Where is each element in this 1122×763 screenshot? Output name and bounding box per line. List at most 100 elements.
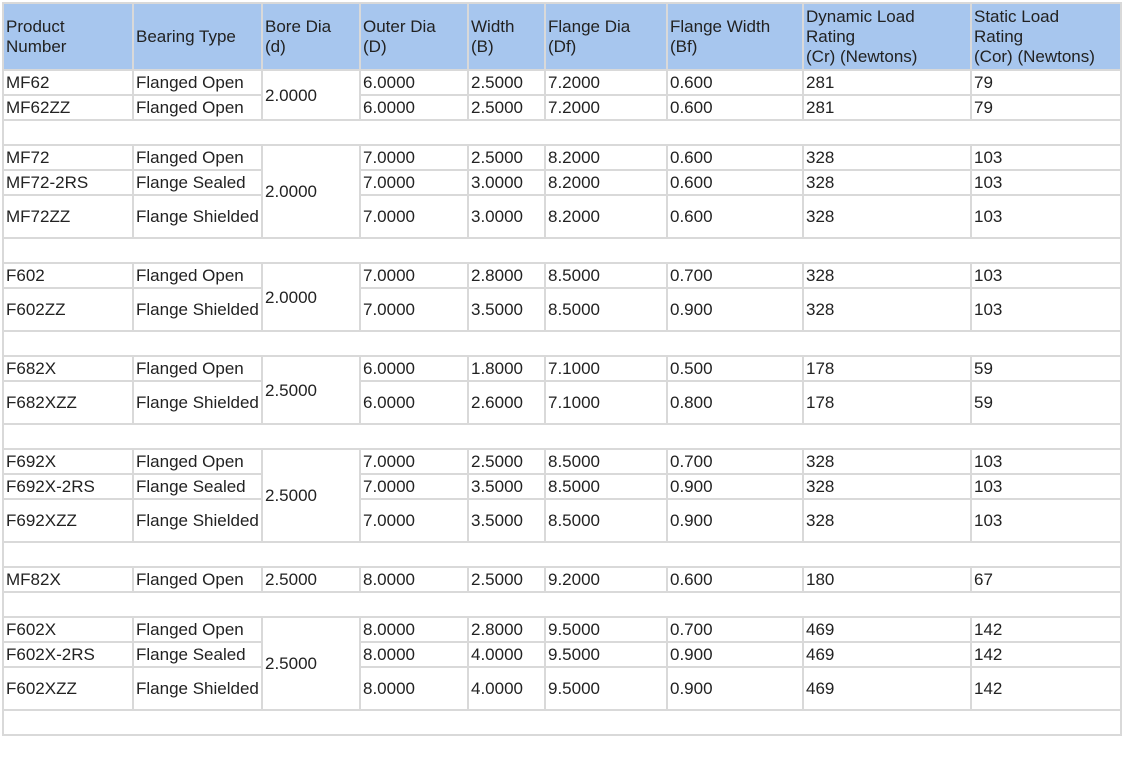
cell-product-number: F692X-2RS	[2, 473, 134, 500]
cell-flange-dia: 8.2000	[544, 194, 668, 239]
cell-static: 79	[970, 94, 1122, 121]
cell-outer: 6.0000	[359, 355, 469, 382]
cell-bearing-type: Flanged Open	[132, 144, 263, 171]
group-spacer-row	[2, 541, 1122, 568]
column-header-line: Dynamic Load	[806, 6, 915, 26]
table-row: MF82X Flanged Open 2.5000 8.0000 2.5000 9.200…	[2, 566, 1122, 593]
cell-dynamic: 328	[802, 169, 972, 196]
column-header-product: Product Number	[2, 2, 134, 71]
cell-width: 2.8000	[467, 262, 546, 289]
cell-flange-dia: 7.2000	[544, 94, 668, 121]
cell-static: 103	[970, 287, 1122, 332]
cell-product-number: F602X	[2, 616, 134, 643]
cell-width: 1.8000	[467, 355, 546, 382]
cell-bore-dia: 2.5000	[261, 566, 361, 593]
column-header-line: (Cr) (Newtons)	[806, 46, 918, 66]
column-header-line: Static Load	[974, 6, 1060, 26]
cell-dynamic: 281	[802, 69, 972, 96]
cell-width: 4.0000	[467, 666, 546, 711]
cell-product-number: MF62ZZ	[2, 94, 134, 121]
cell-bearing-type: Flange Sealed	[132, 641, 263, 668]
table-row: F602 Flanged Open 2.0000 7.0000 2.8000 8.5000…	[2, 262, 1122, 332]
cell-outer: 8.0000	[359, 666, 469, 711]
cell-width: 3.5000	[467, 498, 546, 543]
cell-outer: 7.0000	[359, 287, 469, 332]
cell-static: 142	[970, 641, 1122, 668]
column-header-line: Product	[6, 16, 65, 36]
cell-static: 103	[970, 473, 1122, 500]
table-row: F682X Flanged Open 2.5000 6.0000 1.8000 7.100…	[2, 355, 1122, 425]
cell-width: 2.5000	[467, 566, 546, 593]
cell-flange-dia: 9.2000	[544, 566, 668, 593]
column-header-line: Outer Dia	[363, 16, 436, 36]
cell-product-number: F602ZZ	[2, 287, 134, 332]
cell-static: 79	[970, 69, 1122, 96]
column-header-line: (D)	[363, 36, 387, 56]
cell-flange-dia: 9.5000	[544, 641, 668, 668]
cell-flange-dia: 8.5000	[544, 262, 668, 289]
cell-product-number: F682XZZ	[2, 380, 134, 425]
cell-outer: 6.0000	[359, 94, 469, 121]
cell-dynamic: 328	[802, 262, 972, 289]
header-row: Product Number Bearing Type Bore Dia (d) Oute…	[2, 2, 1122, 71]
group-spacer-row	[2, 330, 1122, 357]
column-header-static: Static Load Rating (Cor) (Newtons)	[970, 2, 1122, 71]
cell-outer: 7.0000	[359, 144, 469, 171]
column-header-line: Flange Dia	[548, 16, 631, 36]
cell-static: 67	[970, 566, 1122, 593]
cell-width: 3.5000	[467, 287, 546, 332]
cell-product-number: F682X	[2, 355, 134, 382]
column-header-line: (Bf)	[670, 36, 698, 56]
cell-static: 103	[970, 262, 1122, 289]
cell-flange-dia: 8.2000	[544, 144, 668, 171]
cell-flange-width: 0.600	[666, 566, 804, 593]
cell-outer: 7.0000	[359, 498, 469, 543]
cell-static: 103	[970, 194, 1122, 239]
cell-bore-dia: 2.5000	[261, 355, 361, 425]
column-header-dynamic: Dynamic Load Rating (Cr) (Newtons)	[802, 2, 972, 71]
cell-bearing-type: Flanged Open	[132, 566, 263, 593]
cell-bearing-type: Flange Shielded	[132, 666, 263, 711]
column-header-outer: Outer Dia (D)	[359, 2, 469, 71]
cell-outer: 6.0000	[359, 380, 469, 425]
cell-flange-width: 0.900	[666, 473, 804, 500]
cell-bearing-type: Flanged Open	[132, 94, 263, 121]
cell-flange-dia: 9.5000	[544, 616, 668, 643]
cell-static: 103	[970, 448, 1122, 475]
cell-bearing-type: Flange Sealed	[132, 169, 263, 196]
table-header: Product Number Bearing Type Bore Dia (d) Oute…	[2, 2, 1122, 71]
cell-flange-width: 0.900	[666, 498, 804, 543]
cell-product-number: MF72-2RS	[2, 169, 134, 196]
cell-dynamic: 180	[802, 566, 972, 593]
cell-bearing-type: Flanged Open	[132, 616, 263, 643]
cell-outer: 7.0000	[359, 473, 469, 500]
table-row: F692X-2RS Flange Sealed 7.0000 3.5000 8.5000…	[2, 473, 1122, 500]
table-row: MF72-2RS Flange Sealed 7.0000 3.0000 8.2000 0…	[2, 169, 1122, 196]
cell-flange-dia: 8.2000	[544, 169, 668, 196]
table-row: MF72 Flanged Open 2.0000 7.0000 2.5000 8.2000…	[2, 144, 1122, 239]
group-spacer-row	[2, 709, 1122, 736]
column-header-type: Bearing Type	[132, 2, 263, 71]
cell-outer: 7.0000	[359, 169, 469, 196]
column-header-line: Rating	[974, 26, 1024, 46]
cell-bore-dia: 2.0000	[261, 262, 361, 332]
cell-static: 142	[970, 666, 1122, 711]
table-body: MF62 Flanged Open 2.0000 6.0000 2.5000 7.2000…	[2, 69, 1122, 736]
cell-flange-width: 0.900	[666, 641, 804, 668]
table-row: MF62ZZ Flanged Open 6.0000 2.5000 7.2000 0.60…	[2, 94, 1122, 121]
column-header-line: Number	[6, 36, 67, 56]
cell-static: 103	[970, 169, 1122, 196]
spacer-cell	[2, 237, 1122, 264]
cell-dynamic: 469	[802, 666, 972, 711]
spacer-cell	[2, 709, 1122, 736]
cell-width: 2.5000	[467, 448, 546, 475]
cell-product-number: F602X-2RS	[2, 641, 134, 668]
cell-bore-dia: 2.5000	[261, 448, 361, 543]
table-row: F602ZZ Flange Shielded 7.0000 3.5000 8.5000 0…	[2, 287, 1122, 332]
table-row: F602X Flanged Open 2.5000 8.0000 2.8000 9.500…	[2, 616, 1122, 711]
column-header-line: Flange Width	[670, 16, 771, 36]
group-spacer-row	[2, 423, 1122, 450]
table-row: F602X-2RS Flange Sealed 8.0000 4.0000 9.5000…	[2, 641, 1122, 668]
cell-static: 142	[970, 616, 1122, 643]
cell-bearing-type: Flange Shielded	[132, 194, 263, 239]
